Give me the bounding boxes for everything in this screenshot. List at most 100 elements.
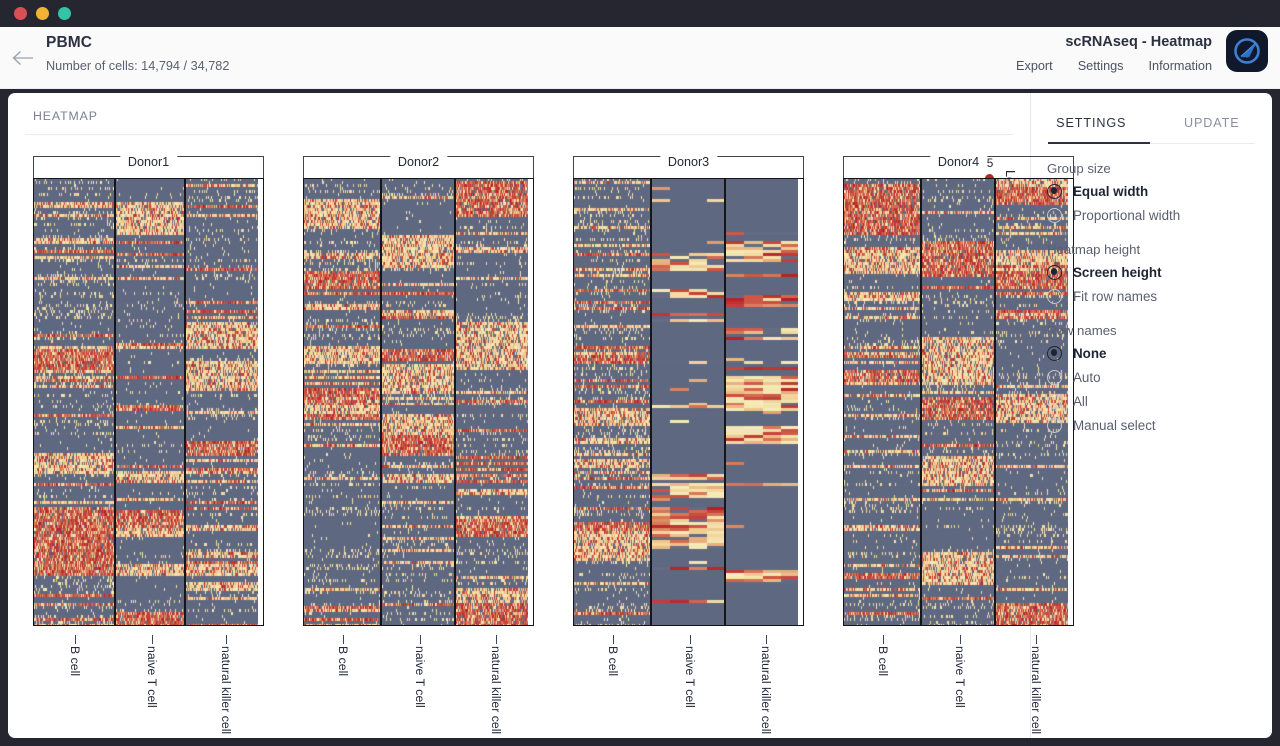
donor-group-3: Donor3 [573, 155, 804, 626]
heatmap-tab-bar: HEATMAP [25, 103, 1013, 135]
settings-tabs: SETTINGS UPDATE [1031, 93, 1272, 143]
heatmap-canvas [304, 179, 380, 625]
donor-bracket: Donor3 [573, 155, 804, 178]
donor-label: Donor4 [929, 155, 988, 169]
radio-option-2-3[interactable]: Manual select [1047, 413, 1254, 437]
app-logo-icon [1234, 38, 1260, 64]
settings-panel: SETTINGS UPDATE Group size Equal width Pro… [1031, 93, 1272, 738]
tab-settings[interactable]: SETTINGS [1031, 105, 1152, 143]
header-right: scRNAseq - Heatmap Export Settings Infor… [1016, 27, 1280, 73]
radio-button-icon[interactable] [1047, 288, 1062, 304]
radio-option-label: All [1073, 393, 1088, 409]
donor-bracket: Donor1 [33, 155, 264, 178]
window-close-button[interactable] [14, 7, 27, 20]
radio-option-1-0[interactable]: Screen height [1047, 260, 1254, 284]
radio-button-icon[interactable] [1047, 369, 1062, 385]
app-logo[interactable] [1226, 30, 1268, 72]
page-title: PBMC [46, 34, 93, 51]
nav-export[interactable]: Export [1016, 59, 1053, 73]
heatmap-plot-area: 5 0 Log normalization Donor1B cellnaive … [8, 148, 1074, 738]
heatmap-canvas [34, 179, 114, 625]
settings-group-label: Heatmap height [1047, 242, 1141, 257]
celltype-tick [883, 635, 884, 644]
settings-group-2: Row names None Auto All Manual select [1047, 323, 1254, 437]
window-maximize-button[interactable] [58, 7, 71, 20]
tab-rule [25, 134, 1013, 135]
celltype-block-0[interactable] [304, 179, 380, 625]
celltype-tick [152, 635, 153, 644]
radio-button-icon[interactable] [1047, 207, 1062, 223]
tab-update[interactable]: UPDATE [1152, 105, 1273, 143]
donor-label: Donor2 [389, 155, 448, 169]
celltype-label: naive T cell [413, 646, 427, 708]
celltype-label: naive T cell [145, 646, 159, 708]
radio-option-label: Fit row names [1073, 288, 1158, 304]
celltype-block-1[interactable] [650, 179, 724, 625]
celltype-block-2[interactable] [724, 179, 798, 625]
radio-option-2-2[interactable]: All [1047, 389, 1254, 413]
window-titlebar [0, 0, 1280, 27]
radio-option-2-1[interactable]: Auto [1047, 365, 1254, 389]
radio-option-0-0[interactable]: Equal width [1047, 179, 1254, 203]
radio-option-2-0[interactable]: None [1047, 341, 1254, 365]
settings-group-1: Heatmap height Screen height Fit row names [1047, 242, 1254, 308]
celltype-block-0[interactable] [844, 179, 920, 625]
settings-tabs-rule [1048, 142, 1255, 144]
arrow-left-icon [12, 51, 33, 65]
radio-option-label: Screen height [1073, 264, 1162, 280]
donor-group-2: Donor2 [303, 155, 534, 626]
cell-count-label: Number of cells: 14,794 / 34,782 [46, 59, 230, 73]
radio-option-label: Equal width [1073, 183, 1149, 199]
settings-options: Group size Equal width Proportional width H… [1031, 144, 1272, 437]
radio-button-icon[interactable] [1047, 264, 1062, 280]
tab-heatmap[interactable]: HEATMAP [25, 103, 1013, 134]
radio-button-icon[interactable] [1047, 417, 1062, 433]
heatmap-canvas [116, 179, 184, 625]
celltype-block-2[interactable] [454, 179, 528, 625]
heatmap-canvas [922, 179, 994, 625]
heatmap-canvas [726, 179, 798, 625]
main-card: HEATMAP 5 0 Log normalization Donor1B ce… [8, 93, 1272, 738]
celltype-tick [420, 635, 421, 644]
donor-heatmap[interactable] [303, 178, 534, 626]
radio-option-1-1[interactable]: Fit row names [1047, 284, 1254, 308]
radio-option-label: Proportional width [1073, 207, 1181, 223]
back-button[interactable] [0, 27, 46, 89]
radio-button-icon[interactable] [1047, 393, 1062, 409]
celltype-block-0[interactable] [574, 179, 650, 625]
heatmap-canvas [382, 179, 454, 625]
nav-information[interactable]: Information [1149, 59, 1212, 73]
celltype-label: natural killer cell [219, 646, 233, 735]
header-titles: PBMC Number of cells: 14,794 / 34,782 [46, 27, 229, 73]
radio-option-label: Manual select [1073, 417, 1156, 433]
celltype-block-1[interactable] [114, 179, 184, 625]
celltype-tick [613, 635, 614, 644]
celltype-label: naive T cell [683, 646, 697, 708]
donor-heatmap[interactable] [573, 178, 804, 626]
radio-button-icon[interactable] [1047, 183, 1062, 199]
heatmap-canvas [652, 179, 724, 625]
celltype-label: naive T cell [953, 646, 967, 708]
nav-settings[interactable]: Settings [1078, 59, 1124, 73]
header-nav: Export Settings Information [1016, 59, 1212, 73]
heatmap-canvas [456, 179, 528, 625]
heatmap-canvas [574, 179, 650, 625]
celltype-label: natural killer cell [489, 646, 503, 735]
radio-button-icon[interactable] [1047, 345, 1062, 361]
donor-heatmap[interactable] [33, 178, 264, 626]
celltype-block-1[interactable] [380, 179, 454, 625]
window-minimize-button[interactable] [36, 7, 49, 20]
active-tab-underline [1048, 142, 1150, 144]
radio-option-label: Auto [1073, 369, 1101, 385]
donor-bracket: Donor2 [303, 155, 534, 178]
celltype-block-0[interactable] [34, 179, 114, 625]
radio-option-0-1[interactable]: Proportional width [1047, 203, 1254, 227]
celltype-tick [960, 635, 961, 644]
settings-group-0: Group size Equal width Proportional width [1047, 161, 1254, 227]
celltype-block-1[interactable] [920, 179, 994, 625]
settings-group-label: Row names [1047, 323, 1117, 338]
donor-label: Donor3 [659, 155, 718, 169]
celltype-block-2[interactable] [184, 179, 258, 625]
celltype-tick [766, 635, 767, 644]
app-name-label: scRNAseq - Heatmap [1065, 34, 1212, 50]
